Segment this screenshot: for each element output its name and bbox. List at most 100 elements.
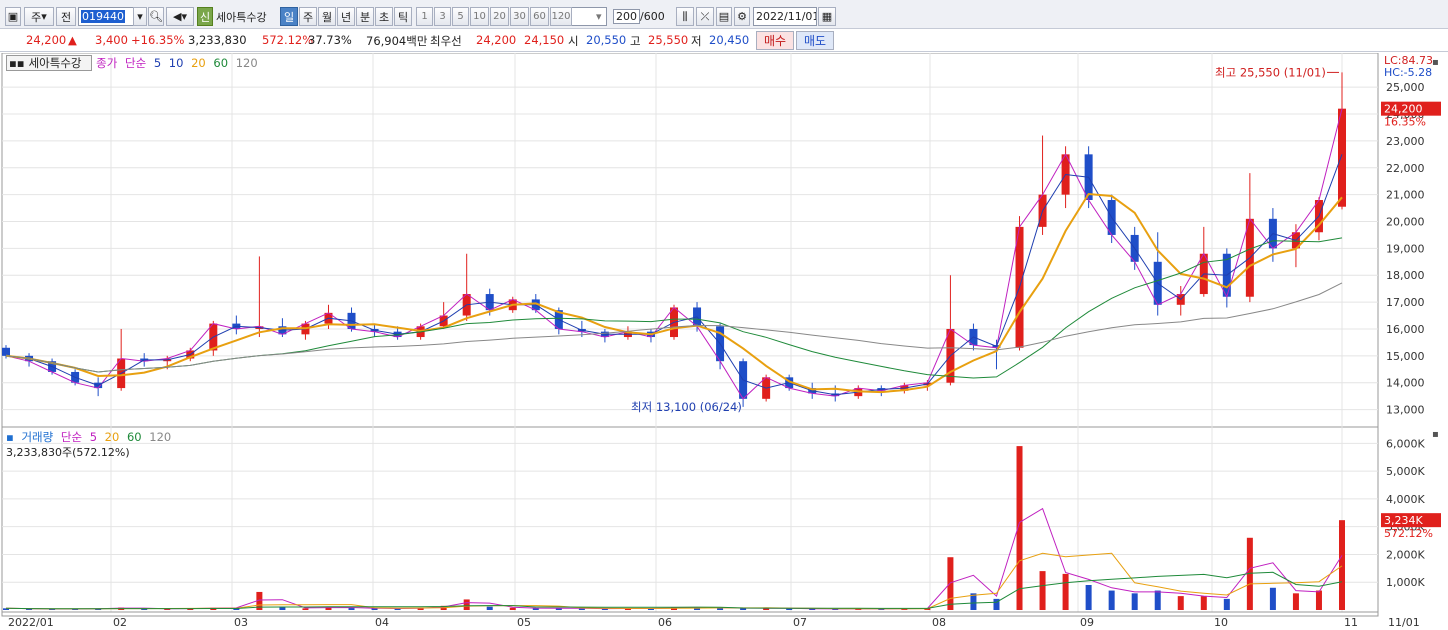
date-value: 2022/11/01 xyxy=(756,10,817,23)
sound-icon[interactable]: ◀▾ xyxy=(166,7,194,26)
minute-tab-3[interactable]: 3 xyxy=(434,7,451,26)
volume-bar xyxy=(1154,590,1161,610)
volume-tick-label-1: 5,000K xyxy=(1386,465,1425,478)
ma120-line xyxy=(5,282,1343,373)
buy-button[interactable]: 매수 xyxy=(756,31,794,50)
price-tick-label-8: 17,000 xyxy=(1386,296,1425,309)
stock-code-input[interactable]: 019440 xyxy=(78,7,134,26)
x-axis-label-9: 10 xyxy=(1214,616,1228,629)
high-price: 25,550 xyxy=(648,33,689,47)
new-listing-label: 신 xyxy=(199,10,211,24)
ma10-line xyxy=(5,108,1343,400)
volume-bar xyxy=(1315,590,1322,610)
volume-tick-label-4: 2,000K xyxy=(1386,548,1425,561)
legend-close: 종가 xyxy=(96,56,118,70)
market-select[interactable]: 주 ▾ xyxy=(24,7,54,26)
price-panel-close-icon: ▪ xyxy=(1432,57,1439,68)
volume-panel-close-icon: ▪ xyxy=(1432,429,1439,440)
gear-icon[interactable]: ⚙ xyxy=(734,7,750,26)
period-tab-4[interactable]: 분 xyxy=(356,7,374,26)
volume-bar xyxy=(463,599,470,610)
chart-area[interactable]: 25,00024,00023,00022,00021,00020,00019,0… xyxy=(0,53,1448,630)
volume-bar xyxy=(1085,585,1092,610)
x-axis-label-6: 07 xyxy=(793,616,807,629)
data-count-max: /600 xyxy=(640,10,665,23)
date-input[interactable]: 2022/11/01 xyxy=(753,7,817,26)
minute-tab-120[interactable]: 120 xyxy=(550,7,572,26)
candle-type-icon[interactable]: ⫼ xyxy=(676,7,694,26)
draw-tool-icon[interactable]: ⤫ xyxy=(696,7,714,26)
volume-bar xyxy=(1339,520,1345,610)
period-tab-5[interactable]: 초 xyxy=(375,7,393,26)
calendar-icon[interactable]: ▦ xyxy=(818,7,836,26)
x-axis-label-10: 11 xyxy=(1344,616,1358,629)
open-label: 시 xyxy=(568,34,579,48)
scope-toggle[interactable]: 전 xyxy=(56,7,76,26)
code-dropdown-chevron-icon[interactable]: ▾ xyxy=(133,7,147,26)
sell-button[interactable]: 매도 xyxy=(796,31,834,50)
volume-tick-label-5: 1,000K xyxy=(1386,576,1425,589)
legend-ma60: 60 xyxy=(213,56,229,70)
volume-bar xyxy=(947,557,954,610)
x-axis-label-1: 02 xyxy=(113,616,127,629)
period-tab-3[interactable]: 년 xyxy=(337,7,355,26)
volume-handle-icon: ▪ xyxy=(6,430,14,444)
period-tab-0[interactable]: 일 xyxy=(280,7,298,26)
legend-simple: 단순 xyxy=(124,56,147,70)
stock-name-label: 세아특수강 xyxy=(216,10,267,24)
legend-vol-ma5: 5 xyxy=(89,430,98,444)
price-tick-label-0: 25,000 xyxy=(1386,81,1425,94)
custom-period-select[interactable]: ▾ xyxy=(571,7,607,26)
search-icon[interactable]: 🔍︎ xyxy=(148,7,164,26)
volume-tick-label-0: 6,000K xyxy=(1386,437,1425,450)
volume-bar xyxy=(1269,587,1276,610)
current-price: 24,200 xyxy=(26,33,67,47)
price-tick-label-2: 23,000 xyxy=(1386,135,1425,148)
price-tick-label-3: 22,000 xyxy=(1386,162,1425,175)
volume-ma5-line xyxy=(5,507,1343,610)
stock-name: 세아특수강 xyxy=(214,7,278,26)
high-note: 최고 25,550 (11/01) xyxy=(1215,65,1326,79)
current-pct-label: 16.35% xyxy=(1384,116,1426,129)
legend-vol-simple: 단순 xyxy=(60,430,83,444)
volume-current: 3,233,830주(572.12%) xyxy=(6,446,130,459)
period-tab-6[interactable]: 틱 xyxy=(394,7,412,26)
x-axis-label-7: 08 xyxy=(932,616,946,629)
volume-legend: ▪ 거래량 단순 5 20 60 120 xyxy=(6,429,175,445)
minute-tab-60[interactable]: 60 xyxy=(530,7,549,26)
volume-bar xyxy=(302,608,309,610)
up-arrow-icon: ▲ xyxy=(68,33,77,47)
panel-title[interactable]: ▪▪ 세아특수강 xyxy=(6,55,93,71)
price-change-pct: +16.35% xyxy=(131,33,185,47)
chart-settings-icon[interactable]: ▣ xyxy=(5,7,21,26)
period-tab-1[interactable]: 주 xyxy=(299,7,317,26)
volume-bar xyxy=(509,607,516,610)
price-tick-label-6: 19,000 xyxy=(1386,242,1425,255)
period-tab-2[interactable]: 월 xyxy=(318,7,336,26)
volume-bar xyxy=(1131,593,1138,610)
ask-price: 24,200 xyxy=(476,33,517,47)
minute-tab-30[interactable]: 30 xyxy=(510,7,529,26)
price-tick-label-10: 15,000 xyxy=(1386,350,1425,363)
minute-tab-1[interactable]: 1 xyxy=(416,7,433,26)
minute-tab-20[interactable]: 20 xyxy=(490,7,509,26)
volume-bar xyxy=(348,608,355,610)
volume-bar xyxy=(279,607,286,610)
minute-tab-5[interactable]: 5 xyxy=(452,7,469,26)
price-tick-label-11: 14,000 xyxy=(1386,377,1425,390)
high-label: 고 xyxy=(630,34,641,48)
save-icon[interactable]: ▤ xyxy=(716,7,732,26)
candle-body xyxy=(2,347,10,356)
legend-ma10: 10 xyxy=(168,56,184,70)
price-tick-label-9: 16,000 xyxy=(1386,323,1425,336)
price-volume-chart[interactable]: 25,00024,00023,00022,00021,00020,00019,0… xyxy=(0,53,1448,630)
turnover-ratio: 37.73% xyxy=(308,33,352,47)
best-quote-label: 최우선 xyxy=(430,34,462,48)
minute-tab-10[interactable]: 10 xyxy=(470,7,489,26)
volume-bar xyxy=(1039,571,1046,610)
data-count-input[interactable]: 200 xyxy=(613,9,640,24)
price-tick-label-7: 18,000 xyxy=(1386,269,1425,282)
panel-handle-icon: ▪▪ xyxy=(9,56,25,70)
x-axis-label-11: 11/01 xyxy=(1388,616,1420,629)
market-select-label: 주 xyxy=(31,10,42,24)
